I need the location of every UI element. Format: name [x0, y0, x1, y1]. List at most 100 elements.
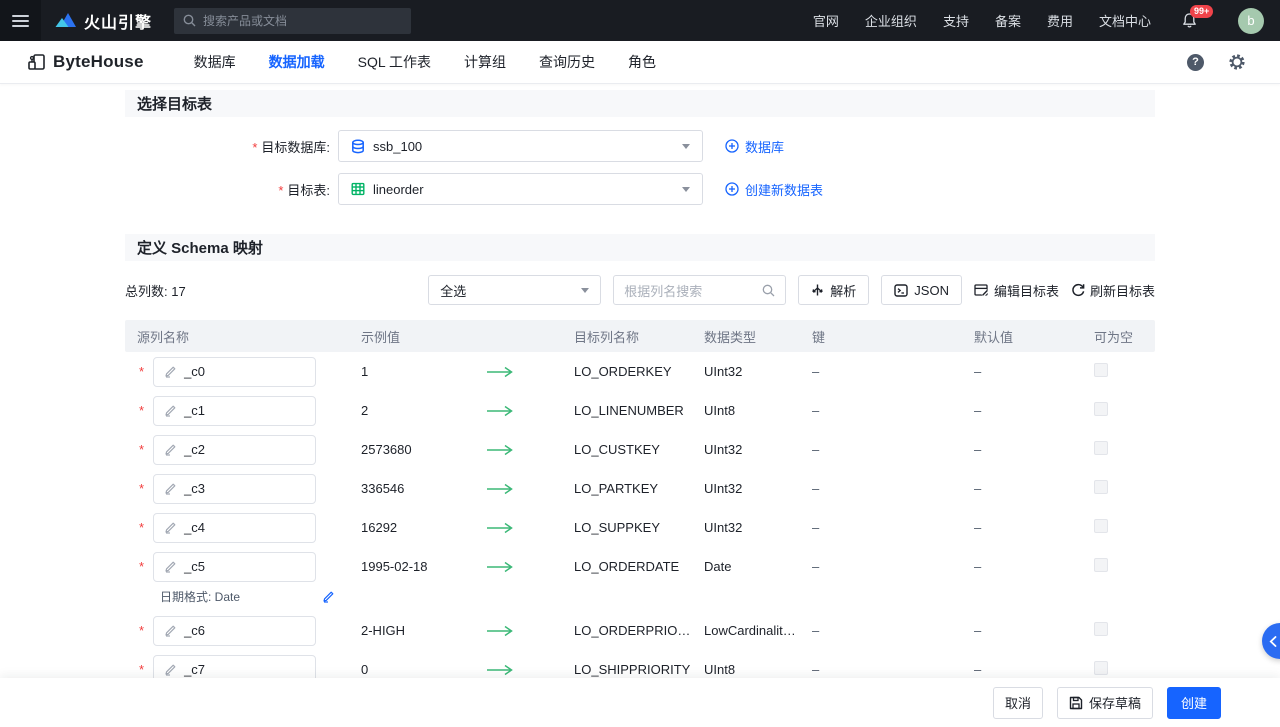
menu-item-doc-center[interactable]: 文档中心: [1099, 11, 1151, 30]
nullable-checkbox[interactable]: [1094, 558, 1108, 572]
default-value: –: [962, 364, 1082, 379]
nullable-checkbox[interactable]: [1094, 519, 1108, 533]
nullable-checkbox[interactable]: [1094, 622, 1108, 636]
action-footer: 取消 保存草稿 创建: [0, 678, 1280, 727]
target-column-name: LO_SHIPPRIORITY: [562, 662, 692, 677]
source-column-input[interactable]: _c0: [153, 357, 316, 387]
target-column-name: LO_PARTKEY: [562, 481, 692, 496]
source-column-input[interactable]: _c5: [153, 552, 316, 582]
schema-toolbar: 总列数: 17 全选 根据列名搜索 解析: [125, 275, 1155, 305]
nav-item-sql-worksheet[interactable]: SQL 工作表: [358, 52, 431, 72]
user-avatar[interactable]: b: [1238, 8, 1264, 34]
total-columns-count: 17: [171, 284, 185, 299]
product-search-input[interactable]: 搜索产品或文档: [174, 8, 411, 34]
target-table-label: *目标表:: [125, 180, 330, 199]
nav-item-compute-groups[interactable]: 计算组: [464, 52, 506, 72]
menu-item-support[interactable]: 支持: [943, 11, 969, 30]
source-column-input[interactable]: _c4: [153, 513, 316, 543]
menu-item-official-site[interactable]: 官网: [813, 11, 839, 30]
source-column-value: _c3: [184, 481, 205, 496]
bytehouse-logo[interactable]: ByteHouse: [27, 52, 144, 72]
refresh-target-table-link[interactable]: 刷新目标表: [1071, 281, 1155, 300]
target-database-select[interactable]: ssb_100: [338, 130, 703, 162]
date-format-row: 日期格式: Date: [125, 582, 1155, 611]
target-database-value: ssb_100: [373, 139, 674, 154]
create-button[interactable]: 创建: [1167, 687, 1221, 719]
target-database-row: *目标数据库: ssb_100 数据库: [125, 130, 1155, 162]
key-value: –: [800, 520, 962, 535]
edit-pencil-icon[interactable]: [322, 590, 335, 603]
column-search-placeholder: 根据列名搜索: [624, 281, 756, 300]
settings-gear-icon[interactable]: [1228, 53, 1246, 71]
nullable-checkbox[interactable]: [1094, 480, 1108, 494]
parse-button[interactable]: 解析: [798, 275, 869, 305]
chevron-left-icon: [1269, 636, 1277, 647]
nav-item-roles[interactable]: 角色: [628, 52, 656, 72]
nav-item-query-history[interactable]: 查询历史: [539, 52, 595, 72]
target-column-name: LO_ORDERKEY: [562, 364, 692, 379]
menu-item-billing[interactable]: 费用: [1047, 11, 1073, 30]
required-asterisk: *: [139, 623, 144, 638]
menu-item-enterprise-org[interactable]: 企业组织: [865, 11, 917, 30]
target-column-name: LO_CUSTKEY: [562, 442, 692, 457]
mapping-arrow-icon: [469, 444, 562, 456]
col-header-data-type: 数据类型: [692, 327, 800, 346]
pencil-icon: [164, 482, 177, 495]
source-column-input[interactable]: _c6: [153, 616, 316, 646]
edit-target-table-link[interactable]: 编辑目标表: [974, 281, 1059, 300]
hamburger-menu-icon[interactable]: [0, 0, 41, 41]
source-column-input[interactable]: _c2: [153, 435, 316, 465]
help-icon[interactable]: ?: [1187, 54, 1204, 71]
column-search-input[interactable]: 根据列名搜索: [613, 275, 786, 305]
nullable-checkbox[interactable]: [1094, 402, 1108, 416]
nullable-checkbox[interactable]: [1094, 661, 1108, 675]
top-menu: 官网 企业组织 支持 备案 费用 文档中心 99+ b: [813, 8, 1280, 34]
notification-bell-icon[interactable]: 99+: [1181, 12, 1198, 29]
nullable-cell: [1082, 363, 1155, 380]
add-database-link[interactable]: 数据库: [725, 137, 784, 156]
target-column-name: LO_ORDERPRIORITY: [562, 623, 692, 638]
col-header-nullable: 可为空: [1082, 327, 1155, 346]
chevron-down-icon: [581, 288, 589, 293]
section-title: 定义 Schema 映射: [137, 237, 263, 258]
target-column-name: LO_LINENUMBER: [562, 403, 692, 418]
section-schema-mapping: 定义 Schema 映射: [125, 234, 1155, 261]
notification-badge: 99+: [1190, 5, 1213, 18]
bytehouse-logo-text: ByteHouse: [53, 52, 144, 72]
nullable-cell: [1082, 480, 1155, 497]
select-all-dropdown[interactable]: 全选: [428, 275, 601, 305]
data-type: UInt32: [692, 364, 800, 379]
key-value: –: [800, 662, 962, 677]
panel-toggle-button[interactable]: [1262, 623, 1280, 659]
default-value: –: [962, 559, 1082, 574]
target-table-select[interactable]: lineorder: [338, 173, 703, 205]
target-column-name: LO_ORDERDATE: [562, 559, 692, 574]
save-icon: [1069, 696, 1083, 710]
main-content: 选择目标表 *目标数据库: ssb_100 数据库 *目标表: lineorde…: [125, 84, 1155, 689]
nav-item-data-loading[interactable]: 数据加载: [269, 52, 325, 72]
col-header-key: 键: [800, 327, 962, 346]
required-asterisk: *: [139, 662, 144, 677]
data-type: UInt8: [692, 403, 800, 418]
data-type: UInt32: [692, 520, 800, 535]
nav-item-databases[interactable]: 数据库: [194, 52, 236, 72]
search-icon: [762, 284, 775, 297]
create-new-table-link[interactable]: 创建新数据表: [725, 180, 823, 199]
menu-item-filing[interactable]: 备案: [995, 11, 1021, 30]
col-header-default: 默认值: [962, 327, 1082, 346]
mapping-arrow-icon: [469, 561, 562, 573]
save-draft-button[interactable]: 保存草稿: [1057, 687, 1153, 719]
required-asterisk: *: [278, 183, 283, 198]
mapping-arrow-icon: [469, 405, 562, 417]
cancel-button[interactable]: 取消: [993, 687, 1043, 719]
nullable-checkbox[interactable]: [1094, 363, 1108, 377]
toolbar-actions: 全选 根据列名搜索 解析 JSON: [428, 275, 1155, 305]
volcengine-logo[interactable]: 火山引擎: [55, 9, 152, 33]
search-icon: [183, 14, 196, 27]
pencil-icon: [164, 404, 177, 417]
source-column-input[interactable]: _c3: [153, 474, 316, 504]
source-column-input[interactable]: _c1: [153, 396, 316, 426]
chevron-down-icon: [682, 187, 690, 192]
nullable-checkbox[interactable]: [1094, 441, 1108, 455]
json-button[interactable]: JSON: [881, 275, 962, 305]
